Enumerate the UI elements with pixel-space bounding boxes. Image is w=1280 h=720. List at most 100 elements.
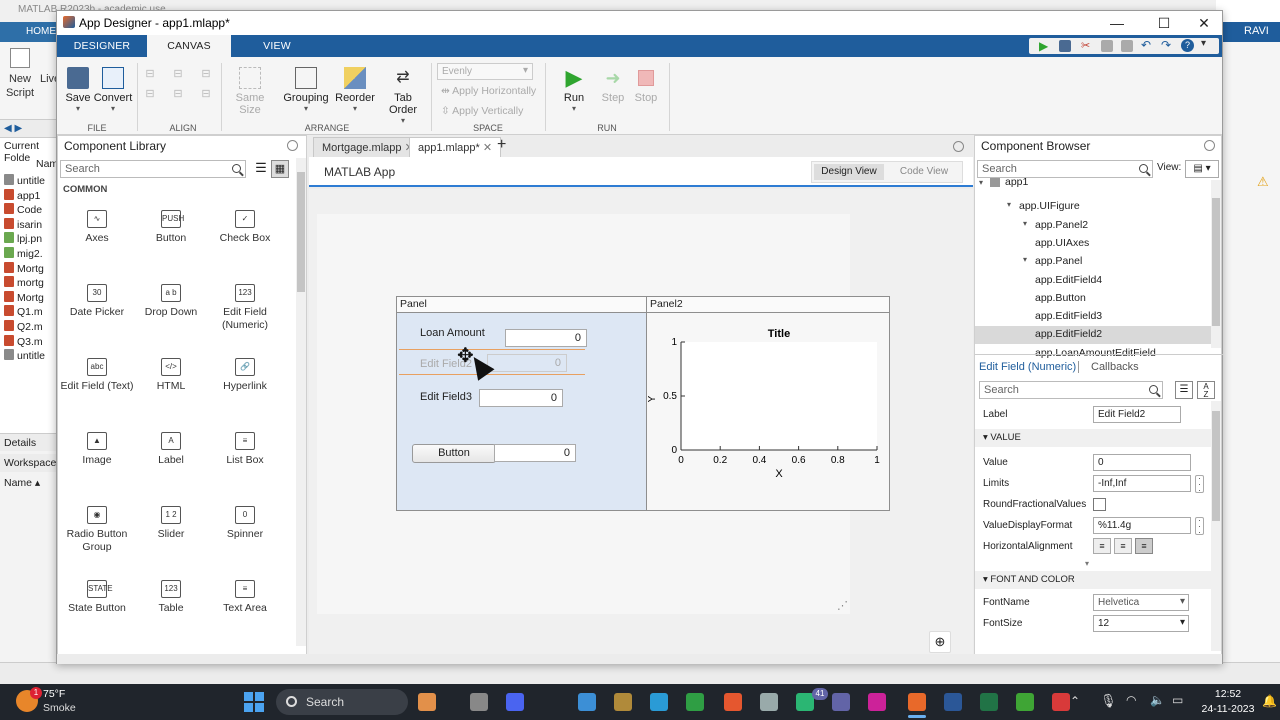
inspector-scroll-thumb[interactable] xyxy=(1212,411,1220,521)
tab-view[interactable]: VIEW xyxy=(247,35,307,57)
run-quick-icon[interactable]: ▶ xyxy=(1039,39,1055,53)
workspace-name-column[interactable]: Name ▴ xyxy=(4,477,40,489)
tree-node[interactable]: app.EditField4 xyxy=(975,272,1211,290)
fontsize-dropdown[interactable]: 12 ▾ xyxy=(1093,615,1189,632)
grouping-dropdown-icon[interactable]: ▾ xyxy=(281,104,331,113)
clock-time[interactable]: 12:52 xyxy=(1208,688,1248,700)
component-hyperlink[interactable]: 🔗 Hyperlink xyxy=(208,358,282,393)
component-check-box[interactable]: ✓ Check Box xyxy=(208,210,282,245)
panel2[interactable]: Panel2 0 0.2 0.4 0.6 0.8 1 0 0.5 1 Title X Y xyxy=(646,296,890,511)
list-view-icon[interactable]: ☰ xyxy=(253,161,269,177)
library-scroll-thumb[interactable] xyxy=(297,172,305,292)
browser-search-input[interactable]: Search xyxy=(977,160,1153,178)
save-dropdown-icon[interactable]: ▾ xyxy=(63,104,93,113)
tree-node[interactable]: ▾ app.UIFigure xyxy=(975,198,1211,216)
convert-dropdown-icon[interactable]: ▾ xyxy=(93,104,133,113)
step-button[interactable]: ➜ Step xyxy=(597,67,629,104)
component-list-box[interactable]: ≡ List Box xyxy=(208,432,282,467)
inspector-search-input[interactable]: Search xyxy=(979,381,1163,399)
details-header[interactable]: Details xyxy=(0,433,60,451)
save-button[interactable]: Save ▾ xyxy=(63,67,93,113)
zoom-icon[interactable]: ⊕ xyxy=(929,631,951,653)
align-option-icon[interactable]: ⊟ xyxy=(199,67,213,81)
view-options-dropdown[interactable]: ▤ ▾ xyxy=(1185,160,1219,178)
edit-field3[interactable]: 0 xyxy=(479,389,563,407)
file-list-item[interactable]: Mortg xyxy=(4,290,44,305)
component-edit-field-text[interactable]: abc Edit Field (Text) xyxy=(60,358,134,393)
tab-order-button[interactable]: ⇄ Tab Order ▾ xyxy=(379,67,427,125)
brave-browser-icon[interactable] xyxy=(724,693,742,711)
ui-figure[interactable]: Panel Loan Amount 0 Edit Field2 0 ✥ Edit… xyxy=(317,214,890,614)
run-dropdown-icon[interactable]: ▾ xyxy=(557,104,591,113)
run-button[interactable]: ▶ Run ▾ xyxy=(557,67,591,114)
file-list-item[interactable]: mortg xyxy=(4,276,44,290)
cut-quick-icon[interactable]: ✂ xyxy=(1081,39,1097,53)
file-list-item[interactable]: Q2.m xyxy=(4,320,43,334)
excel-icon[interactable] xyxy=(980,693,998,711)
minimize-icon[interactable]: — xyxy=(1097,13,1137,33)
loan-amount-field[interactable]: 0 xyxy=(505,329,587,347)
panel[interactable]: Panel Loan Amount 0 Edit Field2 0 ✥ Edit… xyxy=(396,296,647,511)
resize-handle-icon[interactable]: ⋰ xyxy=(837,599,848,612)
new-script-button[interactable]: New Script xyxy=(4,48,36,100)
edge-browser-icon[interactable] xyxy=(650,693,668,711)
paste-quick-icon[interactable] xyxy=(1121,40,1133,52)
reorder-dropdown-icon[interactable]: ▾ xyxy=(333,104,377,113)
component-html[interactable]: </> HTML xyxy=(134,358,208,393)
close-icon[interactable]: ✕ xyxy=(1184,13,1224,33)
close-canvas-icon[interactable] xyxy=(953,141,964,152)
maximize-icon[interactable]: ☐ xyxy=(1144,13,1184,33)
apply-horizontally-button[interactable]: ⇹ Apply Horizontally xyxy=(441,85,536,97)
file-list-item[interactable]: Q1.m xyxy=(4,305,43,319)
green-app-icon[interactable] xyxy=(686,693,704,711)
close-pane-icon[interactable] xyxy=(287,140,298,151)
component-radio-button-group[interactable]: ◉ Radio Button Group xyxy=(60,506,134,554)
file-list-item[interactable]: Code xyxy=(4,203,42,217)
library-search-input[interactable]: Search xyxy=(60,160,246,178)
tab-properties[interactable]: Edit Field (Numeric) xyxy=(979,361,1076,373)
zoom-app-icon[interactable] xyxy=(506,693,524,711)
tree-node[interactable]: ▾ app1 xyxy=(975,176,1211,198)
back-icon[interactable]: ◀ ▶ xyxy=(4,123,22,134)
file-list-item[interactable]: isarin xyxy=(4,217,42,232)
component-drop-down[interactable]: a b Drop Down xyxy=(134,284,208,319)
window-bottom-scrollbar[interactable] xyxy=(57,654,1222,664)
reorder-button[interactable]: Reorder ▾ xyxy=(333,67,377,113)
screen-tool-icon[interactable] xyxy=(760,693,778,711)
volume-icon[interactable]: 🔈 xyxy=(1150,693,1165,707)
tree-scroll-thumb[interactable] xyxy=(1212,198,1220,326)
workspace-header[interactable]: Workspace xyxy=(0,454,60,472)
file-list-item[interactable]: Mortg xyxy=(4,261,44,276)
align-option-icon[interactable]: ⊟ xyxy=(199,87,213,101)
limits-field[interactable]: -Inf,Inf xyxy=(1093,475,1191,492)
component-edit-field-numeric[interactable]: 123 Edit Field (Numeric) xyxy=(208,284,282,332)
doc-tab-app1[interactable]: app1.mlapp* ✕ xyxy=(409,137,502,157)
expand-toolbar-icon[interactable]: ▾ xyxy=(1201,38,1217,52)
tree-node[interactable]: ▾ app.Panel2 xyxy=(975,217,1211,235)
battery-icon[interactable]: ▭ xyxy=(1172,693,1183,707)
matlab-icon[interactable] xyxy=(908,693,926,711)
edit-field2[interactable]: 0 xyxy=(487,354,567,372)
expand-arrow-icon[interactable]: ▾ xyxy=(1023,255,1027,264)
word-icon[interactable] xyxy=(944,693,962,711)
undo-quick-icon[interactable]: ↶ xyxy=(1141,38,1157,52)
component-button[interactable]: PUSH Button xyxy=(134,210,208,245)
camtasia-icon[interactable] xyxy=(1016,693,1034,711)
edit-field4[interactable]: 0 xyxy=(494,444,576,462)
component-image[interactable]: ▲ Image xyxy=(60,432,134,467)
align-option-icon[interactable]: ⊟ xyxy=(171,67,185,81)
file-list-item[interactable]: app1 xyxy=(4,188,40,203)
doc-tab-mortgage[interactable]: Mortgage.mlapp ✕ xyxy=(313,137,423,157)
component-label[interactable]: A Label xyxy=(134,432,208,467)
component-text-area[interactable]: ≡ Text Area xyxy=(208,580,282,615)
expand-more-icon[interactable]: ▾ xyxy=(1085,559,1089,568)
expand-arrow-icon[interactable]: ▾ xyxy=(979,178,983,187)
more-options-icon[interactable]: · · · xyxy=(1195,475,1204,495)
expand-arrow-icon[interactable]: ▾ xyxy=(1007,200,1011,209)
round-checkbox[interactable] xyxy=(1093,498,1106,511)
list-view-icon[interactable]: ☰ xyxy=(1175,381,1193,399)
value-field[interactable]: 0 xyxy=(1093,454,1191,471)
tab-callbacks[interactable]: Callbacks xyxy=(1091,361,1139,373)
weather-temp[interactable]: 75°F xyxy=(43,688,65,700)
align-center-icon[interactable]: ≡ xyxy=(1114,538,1132,554)
